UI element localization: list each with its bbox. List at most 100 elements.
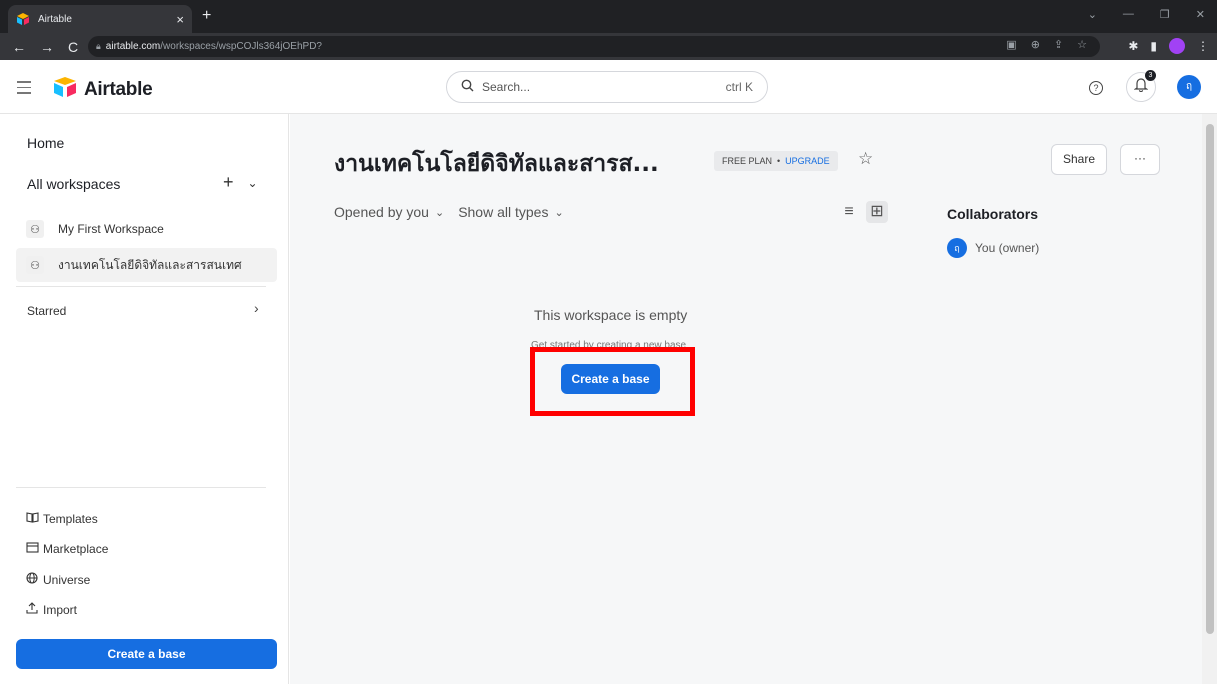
search-shortcut: ctrl K — [725, 80, 753, 94]
new-tab-button[interactable]: + — [202, 7, 211, 25]
plan-separator: • — [777, 156, 781, 166]
sidebar: Home All workspaces + ⌄ ⚇ My First Works… — [0, 114, 289, 684]
notifications-button[interactable]: 3 — [1126, 70, 1156, 102]
filter-types-dropdown[interactable]: Show all types ⌄ — [458, 204, 564, 220]
restore-icon[interactable]: ❐ — [1160, 8, 1170, 21]
scrollbar-thumb[interactable] — [1206, 124, 1214, 634]
sidebar-link-label: Universe — [43, 572, 91, 587]
notification-badge: 3 — [1145, 70, 1156, 81]
bookmark-star-icon[interactable]: ☆ — [1077, 38, 1087, 51]
translate-icon[interactable]: ▣ — [1006, 38, 1016, 51]
sidebar-link-templates[interactable]: Templates — [25, 512, 98, 526]
people-icon: ⚇ — [26, 220, 44, 238]
tab-search-icon[interactable]: ⌄ — [1088, 8, 1097, 21]
airtable-logo-icon — [52, 76, 78, 103]
collaborator-item: ฤ You (owner) — [947, 238, 1039, 258]
browser-menu-icon[interactable]: ⋮ — [1197, 39, 1209, 53]
grid-view-icon[interactable]: ⊞ — [866, 201, 888, 223]
workspace-label: My First Workspace — [58, 222, 164, 236]
upload-icon — [25, 602, 39, 617]
marketplace-icon — [25, 542, 39, 556]
sidebar-item-home[interactable]: Home — [27, 135, 64, 151]
list-view-icon[interactable]: ≡ — [838, 201, 860, 223]
forward-icon[interactable]: → — [40, 39, 54, 55]
star-icon[interactable]: ☆ — [858, 149, 873, 169]
book-icon — [25, 512, 39, 526]
browser-nav: ← → C — [0, 39, 90, 55]
address-bar[interactable]: 🔒︎ airtable.com /workspaces/wspCOJls364j… — [88, 36, 1100, 57]
search-icon — [461, 79, 474, 95]
close-window-icon[interactable]: ✕ — [1196, 8, 1205, 21]
upgrade-link[interactable]: UPGRADE — [785, 156, 830, 166]
filter-bar: Opened by you ⌄ Show all types ⌄ — [334, 204, 564, 220]
lock-icon: 🔒︎ — [96, 41, 101, 51]
view-toggle: ≡ ⊞ — [838, 201, 888, 223]
filter-label: Opened by you — [334, 204, 429, 220]
app-name: Airtable — [84, 78, 153, 100]
minimize-icon[interactable]: — — [1123, 8, 1134, 21]
sidebar-link-label: Marketplace — [43, 542, 109, 556]
window-controls: ⌄ — ❐ ✕ — [1088, 8, 1205, 21]
workspace-title[interactable]: งานเทคโนโลยีดิจิทัลและสารส... — [334, 146, 659, 182]
chevron-down-icon: ⌄ — [434, 206, 445, 219]
sidebar-link-label: Templates — [43, 512, 98, 526]
app-header: Airtable Search... ctrl K ? 3 ฤ — [0, 60, 1217, 114]
browser-toolbar: ← → C 🔒︎ airtable.com /workspaces/wspCOJ… — [0, 33, 1217, 60]
filter-opened-by-dropdown[interactable]: Opened by you ⌄ — [334, 204, 444, 220]
sidebar-workspace-item-active[interactable]: ⚇ งานเทคโนโลยีดิจิทัลและสารสนเทศ — [16, 248, 277, 282]
sidebar-link-label: Import — [43, 602, 78, 617]
chevron-right-icon[interactable]: › — [254, 300, 259, 316]
plan-label: FREE PLAN — [722, 156, 773, 166]
sidebar-workspace-item[interactable]: ⚇ My First Workspace — [16, 212, 277, 246]
user-avatar[interactable]: ฤ — [1177, 75, 1201, 99]
sidebar-create-base-button[interactable]: Create a base — [16, 639, 277, 669]
filter-label: Show all types — [458, 204, 549, 220]
collaborator-name: You (owner) — [975, 241, 1040, 255]
share-button[interactable]: Share — [1051, 144, 1107, 175]
back-icon[interactable]: ← — [12, 39, 26, 55]
airtable-favicon-icon — [16, 12, 30, 26]
extensions-puzzle-icon[interactable]: ✱ — [1128, 39, 1138, 53]
browser-tab[interactable]: Airtable × — [8, 5, 192, 33]
sidebar-item-all-workspaces[interactable]: All workspaces — [27, 176, 120, 192]
highlight-box — [530, 347, 695, 416]
collaborator-avatar: ฤ — [947, 238, 967, 258]
search-bar[interactable]: Search... ctrl K — [446, 71, 768, 103]
plan-badge: FREE PLAN • UPGRADE — [714, 151, 838, 171]
url-path: /workspaces/wspCOJls364jOEhPD? — [160, 41, 322, 52]
sidebar-link-import[interactable]: Import — [25, 602, 77, 617]
sidebar-link-universe[interactable]: Universe — [25, 572, 90, 587]
empty-state-subtitle: Get started by creating a new base — [531, 340, 687, 347]
add-workspace-icon[interactable]: + — [223, 172, 234, 193]
divider — [16, 286, 266, 287]
collaborators-heading: Collaborators — [947, 206, 1039, 222]
people-icon: ⚇ — [26, 256, 44, 274]
omnibox-actions: ▣ ⊕ ⇪ ☆ — [1006, 38, 1087, 51]
chevron-down-icon: ⌄ — [554, 206, 564, 219]
hamburger-menu-icon[interactable] — [17, 81, 31, 98]
sidebar-item-starred[interactable]: Starred — [27, 304, 66, 318]
tab-title: Airtable — [38, 13, 72, 25]
empty-state-title: This workspace is empty — [534, 307, 688, 323]
chevron-down-icon[interactable]: ⌄ — [248, 176, 258, 190]
globe-icon — [25, 572, 39, 587]
share-page-icon[interactable]: ⇪ — [1054, 38, 1063, 51]
bell-icon — [1133, 77, 1149, 97]
page-scrollbar[interactable] — [1202, 114, 1217, 684]
profile-icon[interactable] — [1169, 38, 1185, 54]
reload-icon[interactable]: C — [68, 39, 78, 55]
help-icon[interactable]: ? — [1089, 81, 1103, 95]
search-placeholder: Search... — [482, 80, 531, 94]
sidebar-link-marketplace[interactable]: Marketplace — [25, 542, 108, 556]
tab-close-icon[interactable]: × — [176, 12, 184, 27]
airtable-logo[interactable]: Airtable — [52, 76, 153, 103]
workspace-actions: + ⌄ — [223, 172, 258, 193]
workspace-label: งานเทคโนโลยีดิจิทัลและสารสนเทศ — [58, 257, 242, 272]
extensions-area: ✱ ▮ ⋮ — [1128, 38, 1209, 54]
divider — [16, 487, 266, 488]
more-options-button[interactable]: ··· — [1120, 144, 1160, 175]
browser-tab-bar: Airtable × + ⌄ — ❐ ✕ — [0, 0, 1217, 33]
side-panel-icon[interactable]: ▮ — [1150, 39, 1157, 53]
zoom-icon[interactable]: ⊕ — [1031, 38, 1040, 51]
url-host: airtable.com — [105, 41, 161, 52]
